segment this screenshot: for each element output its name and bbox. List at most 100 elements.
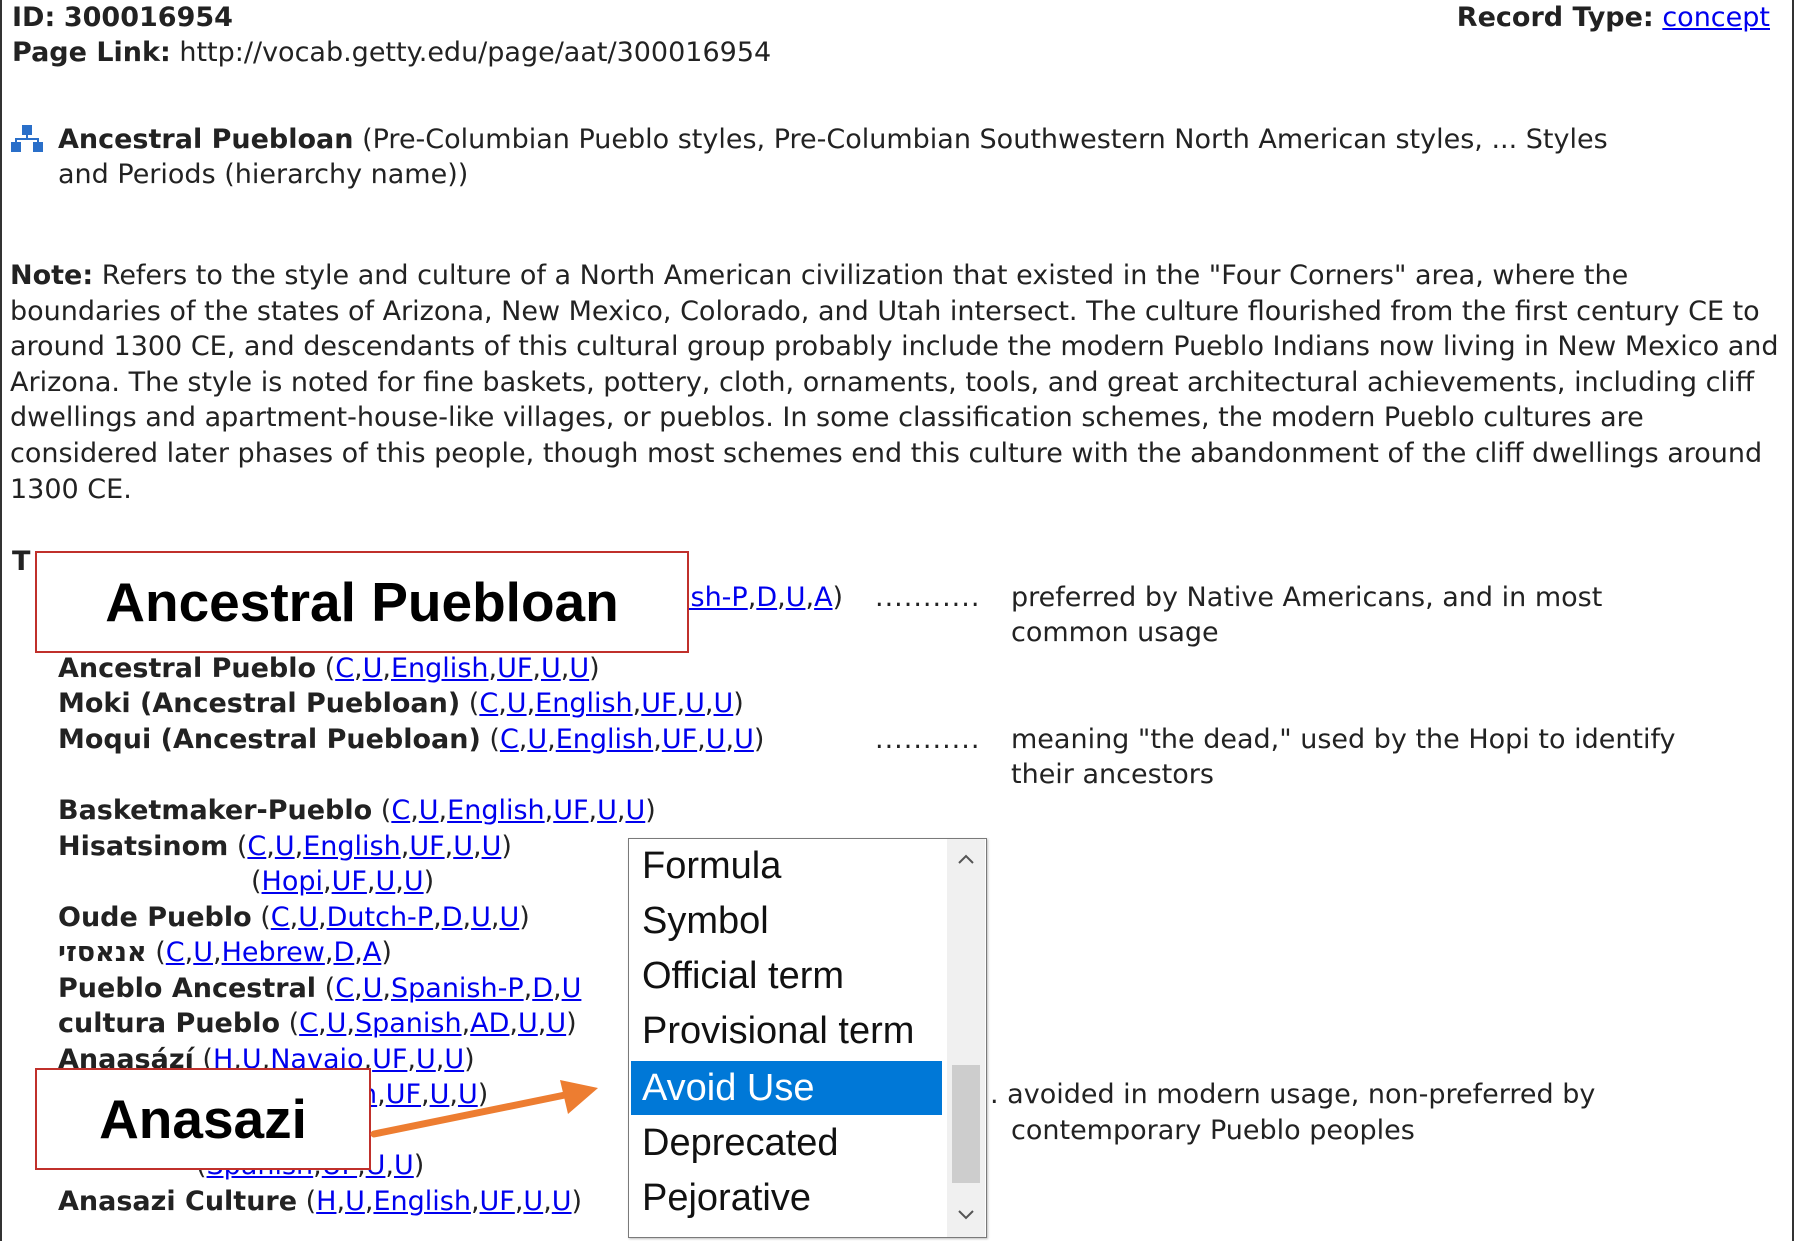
listbox-option-official-term[interactable]: Official term xyxy=(631,949,942,1003)
term-link[interactable]: C xyxy=(271,902,290,933)
term-link[interactable]: U xyxy=(569,653,589,684)
term-link[interactable]: C xyxy=(335,653,354,684)
term-link[interactable]: UF xyxy=(497,653,532,684)
callout-ancestral-puebloan: Ancestral Puebloan xyxy=(35,551,689,653)
term-link[interactable]: Spanish-P xyxy=(391,973,524,1004)
listbox-option-avoid-use[interactable]: Avoid Use xyxy=(631,1061,942,1115)
term-name: Oude Pueblo xyxy=(58,902,252,933)
id-value: 300016954 xyxy=(63,2,233,33)
id-label: ID: xyxy=(12,2,56,33)
term-link[interactable]: U xyxy=(298,902,318,933)
term-link[interactable]: D xyxy=(532,973,553,1004)
terms-label: T xyxy=(12,546,31,577)
right-edge-line xyxy=(1792,0,1794,1241)
term-link[interactable]: English xyxy=(447,795,545,826)
term-link[interactable]: C xyxy=(479,688,498,719)
record-type-link[interactable]: concept xyxy=(1662,2,1770,33)
hierarchy-icon[interactable] xyxy=(10,124,44,154)
term-link[interactable]: English xyxy=(373,1186,471,1217)
term-link[interactable]: U xyxy=(734,724,754,755)
term-link[interactable]: UF xyxy=(553,795,588,826)
term-link[interactable]: U xyxy=(786,582,806,613)
term-link[interactable]: C xyxy=(500,724,519,755)
listbox-option-provisional-term[interactable]: Provisional term xyxy=(631,1004,942,1058)
term-link[interactable]: U xyxy=(444,1044,464,1075)
term-link[interactable]: UF xyxy=(409,831,444,862)
term-flag-listbox[interactable]: Formula Symbol Official term Provisional… xyxy=(628,838,987,1238)
hierarchy-term: Ancestral Puebloan xyxy=(58,124,354,155)
term-link[interactable]: U xyxy=(482,831,502,862)
term-link[interactable]: U xyxy=(499,902,519,933)
term-link[interactable]: U xyxy=(471,902,491,933)
term-dots: ........... xyxy=(875,582,981,613)
term-row: Anasazi Culture (H,U,English,UF,U,U) xyxy=(58,1186,583,1217)
listbox-option-deprecated[interactable]: Deprecated xyxy=(631,1116,942,1170)
term-link[interactable]: U xyxy=(546,1008,566,1039)
term-link[interactable]: U xyxy=(453,831,473,862)
hierarchy-context-1: (Pre-Columbian Pueblo styles, Pre-Columb… xyxy=(362,124,1608,155)
scroll-up-arrow-icon[interactable] xyxy=(947,839,985,879)
term-link[interactable]: U xyxy=(541,653,561,684)
term-link[interactable]: U xyxy=(597,795,617,826)
term-link[interactable]: English xyxy=(391,653,489,684)
term-link[interactable]: U xyxy=(518,1008,538,1039)
term-link[interactable]: AD xyxy=(470,1008,509,1039)
term-link[interactable]: U xyxy=(714,688,734,719)
term-link[interactable]: U xyxy=(507,688,527,719)
term-row-secondary: (Hopi,UF,U,U) xyxy=(251,866,435,897)
term-link[interactable]: D xyxy=(333,937,354,968)
term-link[interactable]: English xyxy=(556,724,654,755)
term-link[interactable]: Dutch-P xyxy=(327,902,433,933)
term-link[interactable]: U xyxy=(416,1044,436,1075)
term-link[interactable]: UF xyxy=(480,1186,515,1217)
listbox-scrollbar[interactable] xyxy=(947,839,985,1237)
term-link[interactable]: U xyxy=(523,1186,543,1217)
term-link[interactable]: C xyxy=(247,831,266,862)
term-dots: ........... xyxy=(875,724,981,755)
term-link[interactable]: English xyxy=(303,831,401,862)
term-link[interactable]: U xyxy=(685,688,705,719)
term-link[interactable]: U xyxy=(527,724,547,755)
term-link[interactable]: C xyxy=(299,1008,318,1039)
term-link[interactable]: U xyxy=(552,1186,572,1217)
term-link[interactable]: U xyxy=(193,937,213,968)
term-link[interactable]: U xyxy=(376,866,396,897)
term-row-preferred: ish-P,D,U,A) xyxy=(683,582,844,613)
term-link[interactable]: Hopi xyxy=(262,866,323,897)
scroll-down-arrow-icon[interactable] xyxy=(947,1195,985,1235)
term-link[interactable]: H xyxy=(316,1186,336,1217)
term-link[interactable]: U xyxy=(275,831,295,862)
term-link[interactable]: UF xyxy=(372,1044,407,1075)
term-link[interactable]: D xyxy=(442,902,463,933)
term-link[interactable]: U xyxy=(625,795,645,826)
term-name: cultura Pueblo xyxy=(58,1008,280,1039)
term-note: common usage xyxy=(1011,617,1219,648)
term-link[interactable]: Spanish xyxy=(355,1008,462,1039)
term-link[interactable]: D xyxy=(756,582,777,613)
term-link[interactable]: A xyxy=(363,937,381,968)
term-link[interactable]: U xyxy=(345,1186,365,1217)
term-link[interactable]: C xyxy=(166,937,185,968)
term-link[interactable]: English xyxy=(535,688,633,719)
term-link[interactable]: ish-P xyxy=(683,582,748,613)
term-link[interactable]: U xyxy=(363,653,383,684)
term-note: . avoided in modern usage, non-preferred… xyxy=(990,1079,1596,1110)
scroll-thumb[interactable] xyxy=(952,1065,980,1183)
term-link[interactable]: U xyxy=(404,866,424,897)
term-link[interactable]: C xyxy=(335,973,354,1004)
term-link[interactable]: Hebrew xyxy=(222,937,325,968)
term-link[interactable]: U xyxy=(327,1008,347,1039)
term-link[interactable]: UF xyxy=(332,866,367,897)
term-link[interactable]: U xyxy=(706,724,726,755)
listbox-option-formula[interactable]: Formula xyxy=(631,839,942,893)
page: ID: 300016954 Page Link: http://vocab.ge… xyxy=(0,0,1795,1241)
term-link[interactable]: A xyxy=(814,582,832,613)
listbox-option-symbol[interactable]: Symbol xyxy=(631,894,942,948)
term-link[interactable]: U xyxy=(419,795,439,826)
term-link[interactable]: U xyxy=(562,973,582,1004)
listbox-option-pejorative[interactable]: Pejorative xyxy=(631,1171,942,1225)
term-link[interactable]: C xyxy=(391,795,410,826)
term-link[interactable]: UF xyxy=(641,688,676,719)
term-link[interactable]: U xyxy=(363,973,383,1004)
term-link[interactable]: UF xyxy=(662,724,697,755)
